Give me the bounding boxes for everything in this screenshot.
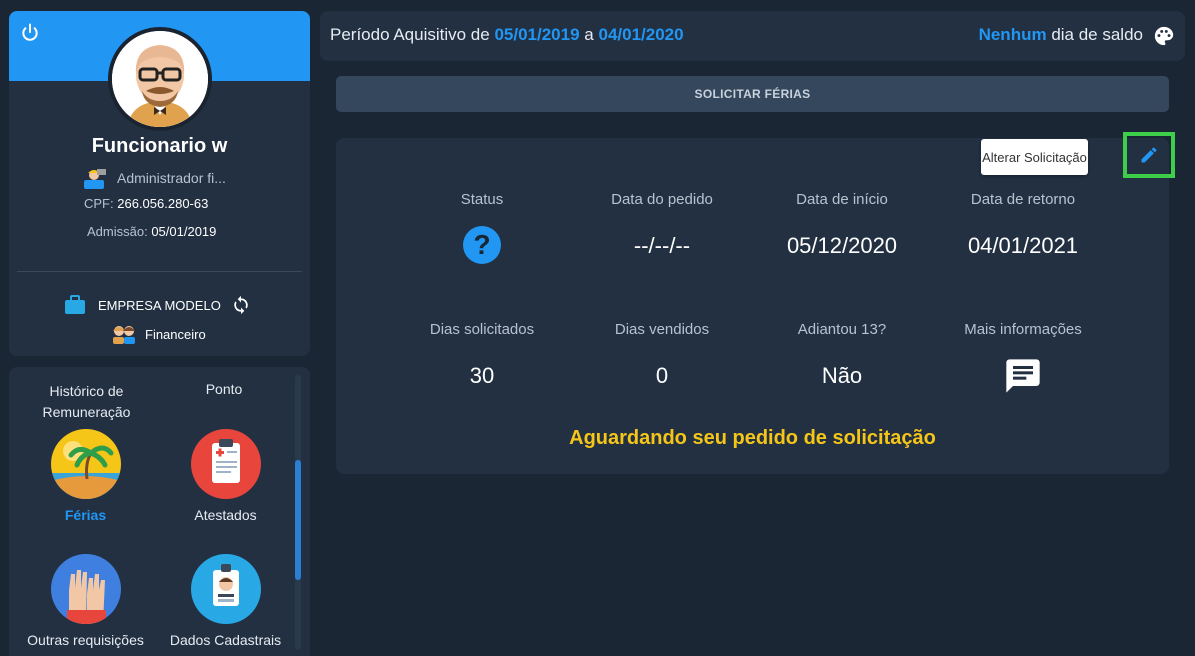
company-name: EMPRESA MODELO (98, 297, 221, 313)
admission-label: Admissão: (87, 224, 148, 239)
cpf-value: 266.056.280-63 (117, 196, 209, 211)
more-info-column: Mais informações (933, 321, 1113, 401)
menu-item-label: Dados Cadastrais (169, 632, 282, 648)
requested-days-label: Dias solicitados (429, 321, 535, 338)
sold-days-column: Dias vendidos 0 (572, 321, 752, 389)
sold-days-value: 0 (655, 363, 669, 388)
advance-13-value: Não (821, 363, 863, 388)
beach-icon (50, 429, 121, 499)
menu-item-label: Ponto (205, 381, 243, 397)
profile-card: Funcionario w Administrador fi... CPF: 2… (9, 11, 310, 356)
balance-suffix: dia de saldo (1051, 25, 1143, 44)
team-icon (113, 326, 135, 344)
start-date-label: Data de início (796, 191, 888, 208)
scrollbar-thumb[interactable] (295, 460, 301, 580)
period-end: 04/01/2020 (598, 25, 684, 44)
cpf-label: CPF: (84, 196, 114, 211)
refresh-icon[interactable] (231, 295, 251, 315)
status-label: Status (460, 191, 504, 208)
menu-item-ferias[interactable]: Férias (33, 429, 138, 523)
question-circle-icon: ? (463, 226, 501, 264)
waiting-message: Aguardando seu pedido de solicitação (569, 427, 936, 449)
start-date-column: Data de início 05/12/2020 (752, 191, 932, 259)
id-badge-icon (190, 554, 261, 624)
menu-item-ponto[interactable]: Ponto (174, 381, 274, 397)
power-icon[interactable] (20, 22, 40, 42)
return-date-value: 04/01/2021 (967, 233, 1079, 258)
divider (17, 271, 302, 272)
medical-certificate-icon (190, 429, 261, 499)
alter-request-tooltip: Alterar Solicitação (981, 139, 1088, 175)
company-line: EMPRESA MODELO (64, 295, 251, 315)
balance-highlight: Nenhum (978, 25, 1047, 44)
department-line: Financeiro (111, 324, 206, 344)
menu-item-label: Histórico de Remuneração (42, 383, 131, 420)
edit-request-button[interactable] (1123, 132, 1175, 178)
menu-item-dados-cadastrais[interactable]: Dados Cadastrais (163, 554, 288, 648)
department-name: Financeiro (145, 326, 206, 342)
period-joiner: a (584, 25, 594, 44)
status-column: Status ? (392, 191, 572, 264)
balance-text: Nenhum dia de saldo (979, 25, 1143, 45)
cpf-line: CPF: 266.056.280-63 (84, 196, 208, 211)
return-date-label: Data de retorno (970, 191, 1076, 208)
request-date-value: --/--/-- (633, 233, 691, 258)
start-date-value: 05/12/2020 (786, 233, 898, 258)
request-vacation-button[interactable]: SOLICITAR FÉRIAS (336, 76, 1169, 112)
menu-item-label: Férias (64, 507, 107, 523)
menu-card: Histórico de Remuneração Ponto Férias At… (9, 367, 310, 656)
admission-value: 05/01/2019 (151, 224, 217, 239)
acquisition-period: Período Aquisitivo de 05/01/2019 a 04/01… (330, 25, 684, 45)
advance-13-column: Adiantou 13? Não (752, 321, 932, 389)
return-date-column: Data de retorno 04/01/2021 (933, 191, 1113, 259)
request-card: Alterar Solicitação Status ? Data do ped… (336, 132, 1175, 474)
raised-hands-icon (50, 554, 121, 624)
sold-days-label: Dias vendidos (614, 321, 710, 338)
period-header: Período Aquisitivo de 05/01/2019 a 04/01… (320, 11, 1185, 61)
briefcase-icon (65, 295, 85, 314)
more-info-label: Mais informações (964, 321, 1082, 338)
menu-item-label: Outras requisições (27, 632, 144, 648)
advance-13-label: Adiantou 13? (797, 321, 887, 338)
palette-icon[interactable] (1153, 25, 1175, 47)
admission-line: Admissão: 05/01/2019 (87, 224, 216, 239)
requested-days-value: 30 (469, 363, 495, 388)
menu-item-historico-remuneracao[interactable]: Histórico de Remuneração (29, 381, 144, 423)
employee-role: Administrador fi... (81, 167, 226, 189)
menu-item-atestados[interactable]: Atestados (173, 429, 278, 523)
employee-role-text: Administrador fi... (117, 170, 226, 186)
period-prefix: Período Aquisitivo de (330, 25, 490, 44)
requested-days-column: Dias solicitados 30 (392, 321, 572, 389)
more-info-button[interactable] (933, 356, 1113, 401)
pencil-icon (1141, 147, 1157, 163)
request-date-column: Data do pedido --/--/-- (572, 191, 752, 259)
employee-name: Funcionario w (91, 135, 228, 157)
request-date-label: Data do pedido (611, 191, 713, 208)
chat-bubble-icon (1006, 359, 1040, 393)
menu-item-label: Atestados (194, 507, 257, 523)
menu-item-outras-requisicoes[interactable]: Outras requisições (23, 554, 148, 648)
avatar (108, 27, 212, 131)
period-start: 05/01/2019 (494, 25, 580, 44)
worker-icon (84, 169, 106, 189)
